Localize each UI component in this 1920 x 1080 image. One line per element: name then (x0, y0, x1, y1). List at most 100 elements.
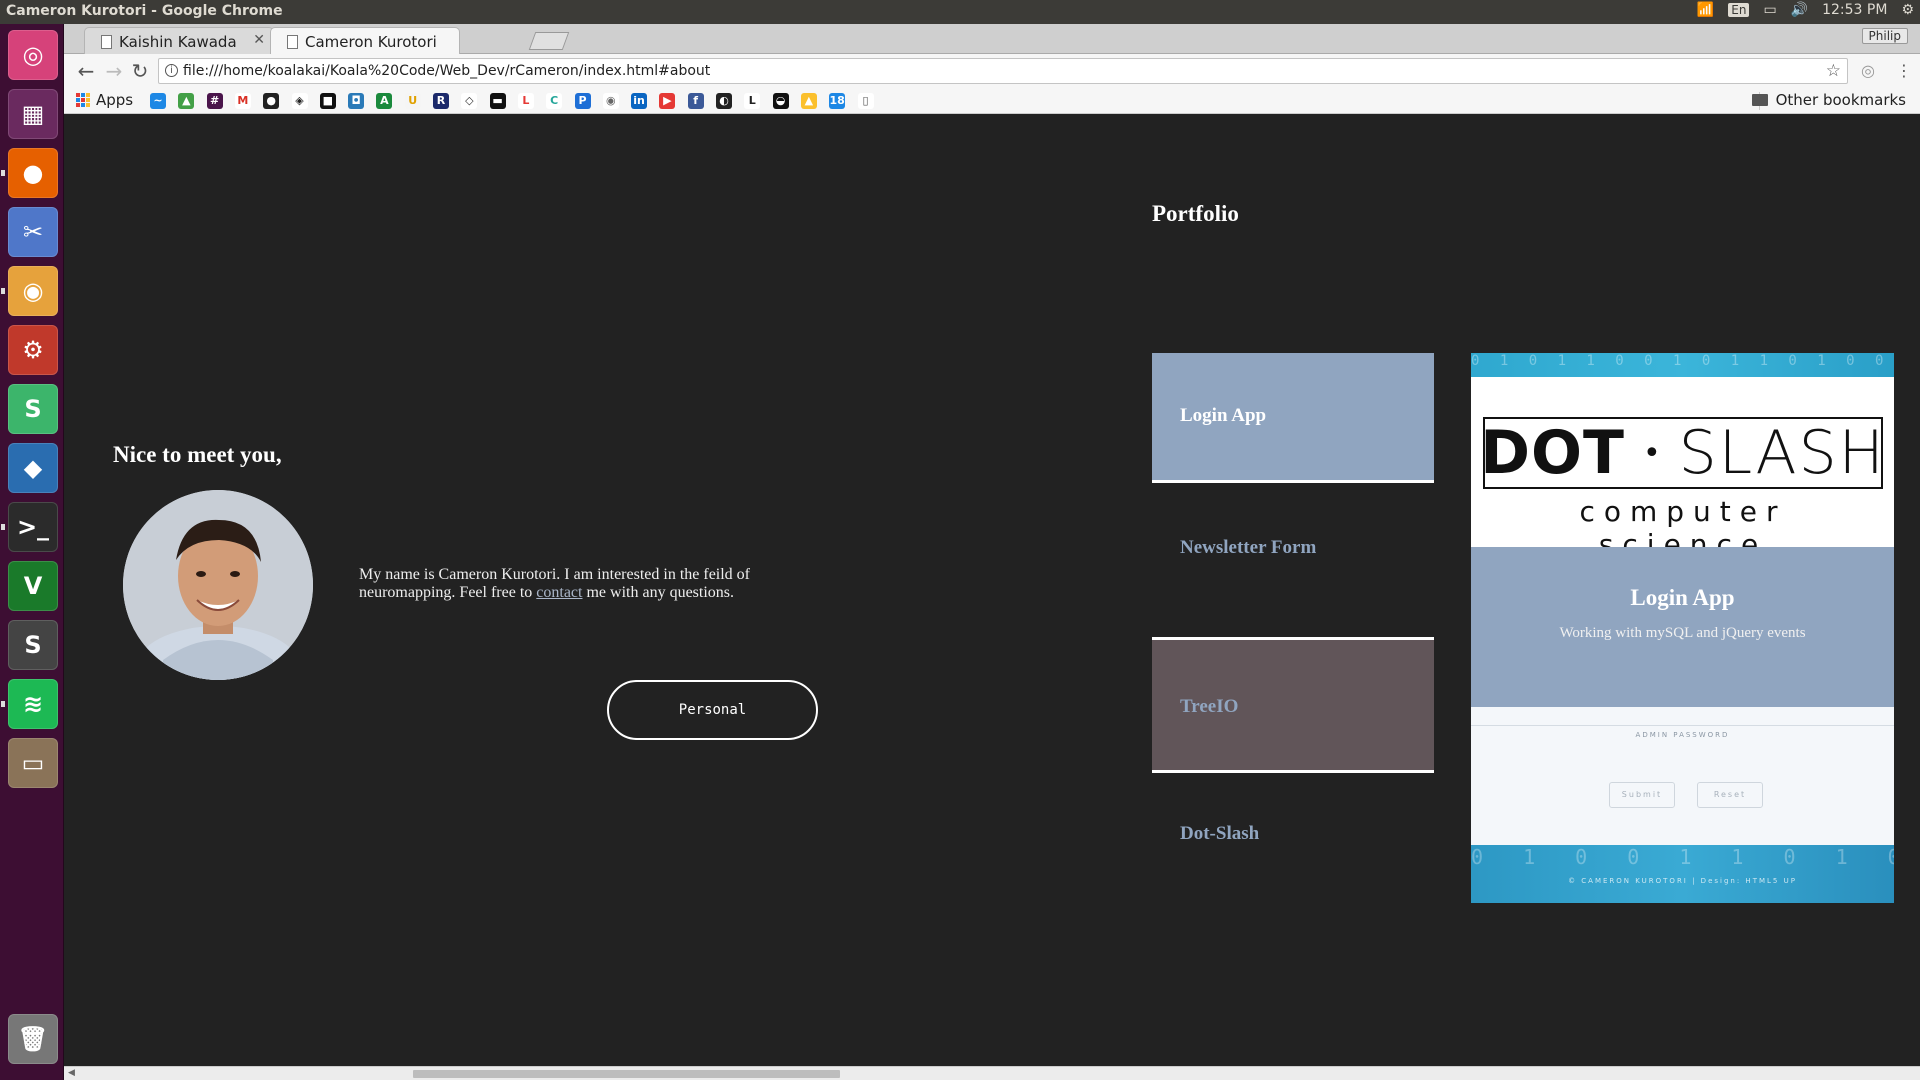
half-circle-icon[interactable]: ◒ (772, 93, 789, 109)
portfolio-item-treeio[interactable]: TreeIO (1152, 637, 1434, 773)
reload-icon[interactable]: ↻ (128, 59, 152, 83)
portfolio-item-login-app[interactable]: Login App (1152, 353, 1434, 483)
logo-box: DOT • SLASH (1480, 417, 1884, 489)
close-tab-icon[interactable]: ✕ (253, 32, 265, 48)
portfolio-item-label: Dot-Slash (1180, 823, 1260, 844)
slack-launcher-icon[interactable]: S (8, 384, 58, 434)
hexagon-icon[interactable]: ◐ (716, 93, 732, 109)
preview-footer-text: © CAMERON KUROTORI | Design: HTML5 UP (1568, 877, 1797, 885)
linkedin-icon[interactable]: in (631, 93, 648, 109)
project-preview-card[interactable]: 0 1 0 1 1 0 0 1 0 1 1 0 1 0 0 1 1 0 1 0 … (1471, 353, 1894, 903)
preview-subtitle: Working with mySQL and jQuery events (1559, 625, 1806, 641)
bookmark-star-icon[interactable]: ☆ (1826, 61, 1841, 81)
new-tab-button[interactable] (528, 32, 570, 50)
photos-icon[interactable]: ▲ (178, 93, 195, 109)
workspace-switcher-icon[interactable]: ▦ (8, 89, 58, 139)
apps-label: Apps (96, 91, 134, 109)
address-url: file:///home/koalakai/Koala%20Code/Web_D… (183, 63, 711, 79)
calendar-icon[interactable]: 18 (829, 93, 846, 109)
screenshot-tool-icon[interactable]: ✂ (8, 207, 58, 257)
tab-strip: Kaishin Kawada ✕ Cameron Kurotori Philip (64, 24, 1920, 54)
firefox-icon[interactable]: ● (8, 148, 58, 198)
portfolio-title: Portfolio (1152, 201, 1239, 226)
tab-kaishin-kawada[interactable]: Kaishin Kawada ✕ (84, 27, 274, 54)
wifi-icon[interactable]: 📶 (1697, 2, 1714, 18)
settings-gear-icon[interactable]: ⚙ (1901, 2, 1914, 18)
back-arrow-icon[interactable]: ← (74, 59, 98, 83)
preview-banner: Login App Working with mySQL and jQuery … (1471, 547, 1894, 707)
folder-black-icon[interactable]: ▬ (489, 93, 506, 109)
compass-icon[interactable]: ◇ (461, 93, 478, 109)
tab-label: Cameron Kurotori (305, 33, 437, 51)
virtualbox-icon[interactable]: ◆ (8, 443, 58, 493)
about-intro: My name is Cameron Kurotori. I am intere… (359, 566, 779, 602)
vim-icon[interactable]: V (8, 561, 58, 611)
r-icon[interactable]: R (433, 93, 449, 109)
l-red-icon[interactable]: L (517, 93, 534, 109)
preview-submit-button: Submit (1609, 782, 1675, 808)
drive-blue-icon[interactable]: ◘ (348, 93, 365, 109)
preview-title: Login App (1630, 585, 1735, 610)
files-icon[interactable]: ▭ (8, 738, 58, 788)
forward-arrow-icon[interactable]: → (102, 59, 126, 83)
reddit-icon[interactable]: ◉ (602, 93, 619, 109)
keyboard-layout-indicator[interactable]: En (1728, 3, 1750, 17)
sublime-text-icon[interactable]: S (8, 620, 58, 670)
password-field-line (1471, 725, 1894, 726)
trash-icon[interactable]: 🗑 (8, 1014, 58, 1064)
youtube-icon[interactable]: ▶ (659, 93, 676, 109)
tab-cameron-kurotori[interactable]: Cameron Kurotori (270, 27, 460, 54)
sheets-icon[interactable]: A (376, 93, 393, 109)
codepen-icon[interactable]: ◈ (291, 93, 308, 109)
contact-link[interactable]: contact (536, 584, 582, 601)
bookmark-black-icon[interactable]: ■ (319, 93, 336, 109)
gmail-icon[interactable]: M (234, 93, 251, 109)
blank-page-icon[interactable]: ▯ (857, 93, 874, 109)
volume-icon[interactable]: 🔊 (1791, 2, 1808, 18)
ubuntu-dash-icon[interactable]: ◎ (8, 30, 58, 80)
terminal-icon[interactable]: >_ (8, 502, 58, 552)
system-indicators: 📶 En ▭ 🔊 12:53 PM ⚙ (1697, 2, 1914, 18)
apps-grid-icon (76, 93, 90, 107)
binary-footer-strip: 0 1 0 0 1 1 0 1 0 1 1 0 (1471, 845, 1894, 903)
page-favicon-icon (101, 35, 112, 49)
paypal-icon[interactable]: P (574, 93, 591, 109)
chrome-menu-icon[interactable]: ⋮ (1896, 61, 1912, 80)
facebook-icon[interactable]: f (687, 93, 704, 109)
extension-icon[interactable]: ◎ (1861, 61, 1875, 80)
profile-photo (123, 490, 313, 680)
other-bookmarks-folder[interactable]: Other bookmarks (1751, 91, 1906, 109)
personal-button[interactable]: Personal (607, 680, 818, 740)
messenger-icon[interactable]: ~ (150, 93, 166, 109)
page-favicon-icon (287, 35, 298, 49)
spotify-icon[interactable]: ≋ (8, 679, 58, 729)
l-serif-icon[interactable]: L (744, 93, 761, 109)
portfolio-item-newsletter-form[interactable]: Newsletter Form (1152, 486, 1434, 628)
horizontal-scrollbar[interactable]: ◀ (64, 1066, 1920, 1080)
portfolio-item-dot-slash[interactable]: Dot-Slash (1152, 774, 1434, 904)
profile-photo-portrait (123, 490, 313, 680)
c-icon[interactable]: C (546, 93, 563, 109)
battery-icon[interactable]: ▭ (1763, 2, 1776, 18)
scroll-left-arrow-icon[interactable]: ◀ (68, 1068, 75, 1078)
folder-icon (1751, 94, 1768, 106)
chrome-icon[interactable]: ◉ (8, 266, 58, 316)
apps-shortcut[interactable]: Apps (76, 91, 133, 109)
running-indicator (1, 701, 5, 707)
slack-icon[interactable]: # (206, 93, 223, 109)
running-indicator (1, 170, 5, 176)
google-drive-icon[interactable]: ▲ (800, 93, 817, 109)
logo-dot-text: DOT (1480, 418, 1625, 488)
page-content: Nice to meet you, My name is Cameron Kur… (64, 114, 1920, 1066)
address-bar[interactable]: i file:///home/koalakai/Koala%20Code/Web… (158, 58, 1848, 84)
scrollbar-thumb[interactable] (413, 1070, 840, 1078)
site-info-icon[interactable]: i (165, 64, 178, 77)
running-indicator (1, 288, 5, 294)
github-icon[interactable]: ● (263, 93, 280, 109)
clock[interactable]: 12:53 PM (1822, 2, 1887, 18)
system-settings-icon[interactable]: ⚙ (8, 325, 58, 375)
dot-slash-logo: DOT • SLASH computer science (1471, 377, 1894, 561)
ucr-icon[interactable]: U (404, 93, 421, 109)
portfolio-item-label: Login App (1180, 405, 1267, 426)
profile-button[interactable]: Philip (1861, 28, 1908, 44)
